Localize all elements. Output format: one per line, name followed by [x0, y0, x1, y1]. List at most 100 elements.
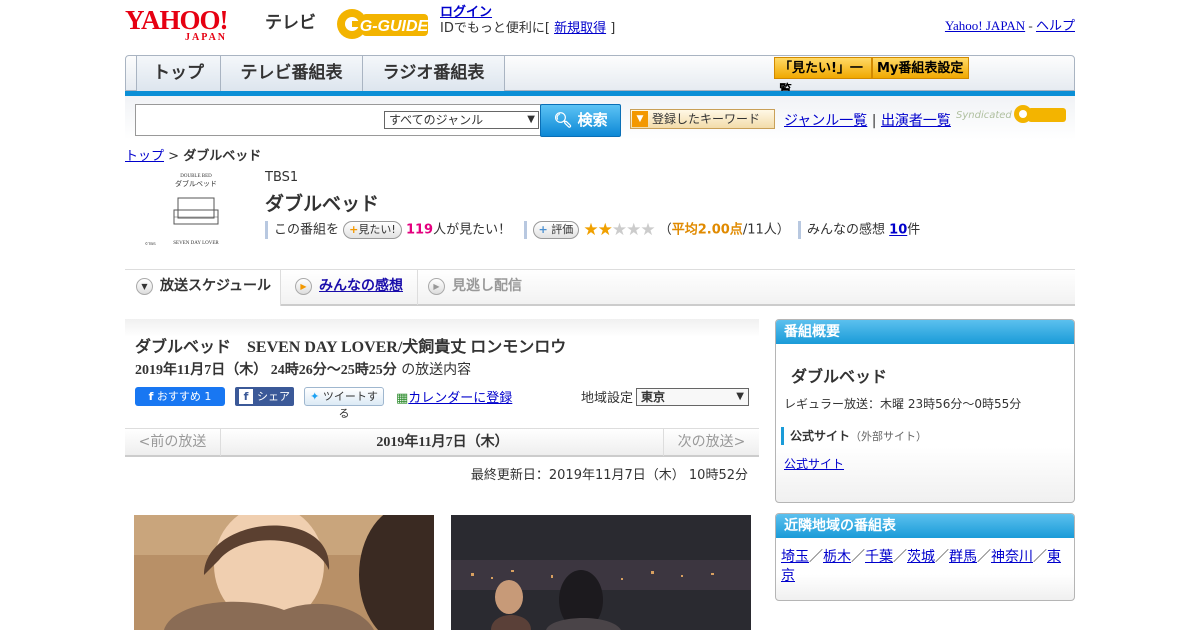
dropdown-arrow-icon: ▼ — [736, 391, 744, 402]
svg-text:DOUBLE BED: DOUBLE BED — [180, 174, 212, 179]
rating-button[interactable]: + 評価 — [532, 221, 580, 239]
tab-streaming-label: 見逃し配信 — [452, 278, 522, 294]
tab-impressions-label: みんなの感想 — [319, 278, 403, 294]
previous-broadcast-button[interactable]: <前の放送 — [125, 429, 221, 456]
nearby-regions-heading: 近隣地域の番組表 — [776, 514, 1074, 538]
rating-average: 平均2.00点 — [671, 222, 743, 238]
broadcast-date-nav: <前の放送 2019年11月7日（木） 次の放送> — [125, 428, 759, 457]
impressions-prefix: みんなの感想 — [807, 222, 886, 238]
svg-text:ダブルベッド: ダブルベッド — [175, 179, 217, 188]
search-button-label: 検索 — [577, 111, 608, 129]
impressions-count-link[interactable]: 10 — [889, 223, 907, 238]
want-count: 119 — [405, 222, 434, 238]
facebook-recommend-label: おすすめ 1 — [156, 390, 212, 403]
official-site-note: （外部サイト） — [850, 430, 928, 443]
yahoo-japan-link[interactable]: Yahoo! JAPAN — [945, 18, 1025, 33]
svg-text:SEVEN DAY LOVER: SEVEN DAY LOVER — [173, 241, 219, 246]
calendar-register-link[interactable]: カレンダーに登録 — [408, 391, 512, 406]
stats-divider — [265, 221, 268, 239]
register-link[interactable]: 新規取得 — [554, 21, 606, 36]
breadcrumb-current: ダブルベッド — [183, 149, 262, 164]
nav-tab-top[interactable]: トップ — [136, 56, 221, 91]
genre-select[interactable]: すべてのジャンル ▼ — [384, 111, 539, 129]
current-broadcast-date: 2019年11月7日（木） — [376, 435, 509, 450]
registered-keywords-label: 登録したキーワード — [652, 112, 761, 126]
gguide-small-logo — [1014, 105, 1066, 123]
main-nav: トップ テレビ番組表 ラジオ番組表 「見たい!」一覧 My番組表設定 — [125, 55, 1075, 98]
tab-streaming[interactable]: ▶ 見逃し配信 — [417, 270, 522, 305]
region-link-ibaraki[interactable]: 茨城 — [907, 549, 935, 565]
region-link-chiba[interactable]: 千葉 — [865, 549, 893, 565]
tab-impressions[interactable]: ▶ みんなの感想 — [295, 270, 403, 305]
play-icon: ▶ — [428, 277, 445, 295]
breadcrumb-top-link[interactable]: トップ — [125, 149, 164, 164]
svg-text:G-GUIDE: G-GUIDE — [360, 18, 430, 35]
tab-broadcast-schedule[interactable]: ▼ 放送スケジュール — [125, 270, 281, 306]
calendar-register: ▦カレンダーに登録 — [396, 387, 512, 406]
region-select-value: 東京 — [641, 390, 666, 404]
region-link-gunma[interactable]: 群馬 — [949, 549, 977, 565]
episode-title: ダブルベッド SEVEN DAY LOVER/犬飼貴丈 ロンモンロウ — [135, 339, 567, 356]
stats-divider — [523, 221, 527, 239]
yahoo-logo-subtext: JAPAN — [185, 32, 228, 43]
rating-count: /11人） — [742, 222, 790, 238]
rating-open: （ — [658, 222, 672, 238]
header-links: Yahoo! JAPAN - ヘルプ — [945, 15, 1075, 34]
watchlist-button[interactable]: 「見たい!」一覧 — [774, 57, 872, 98]
want-to-watch-button[interactable]: +見たい! — [343, 221, 402, 239]
facebook-recommend-button[interactable]: f おすすめ 1 — [135, 387, 225, 406]
dropdown-arrow-icon: ▼ — [527, 114, 535, 125]
plus-icon: + — [349, 223, 359, 236]
my-listing-settings-button[interactable]: My番組表設定 — [872, 57, 969, 79]
registered-keywords-button[interactable]: ▼ 登録したキーワード — [630, 109, 775, 129]
official-site-label: 公式サイト（外部サイト） — [781, 427, 927, 445]
facebook-share-label: シェア — [257, 390, 290, 403]
official-site-link[interactable]: 公式サイト — [784, 455, 844, 472]
next-broadcast-button[interactable]: 次の放送> — [663, 429, 759, 456]
search-button[interactable]: 🔍︎ 検索 — [540, 104, 621, 137]
region-select[interactable]: 東京 ▼ — [636, 388, 749, 406]
episode-datetime-value: 2019年11月7日（木） 24時26分～25時25分 — [135, 363, 397, 378]
chevron-down-icon: ▼ — [136, 277, 153, 295]
episode-datetime: 2019年11月7日（木） 24時26分～25時25分 の放送内容 — [135, 359, 471, 379]
syndicated-label: Syndicated — [956, 110, 1012, 121]
regular-broadcast: レギュラー放送：木曜 23時56分～0時55分 — [784, 397, 1022, 411]
facebook-share-button[interactable]: f シェア — [235, 387, 294, 406]
breadcrumb: トップ > ダブルベッド — [125, 145, 261, 164]
region-link-kanagawa[interactable]: 神奈川 — [991, 549, 1033, 565]
gguide-logo: G-GUIDE — [337, 9, 430, 39]
svg-text:©TBS: ©TBS — [145, 241, 156, 246]
episode-photo-1 — [134, 515, 434, 630]
genre-list-link[interactable]: ジャンル一覧 — [784, 113, 867, 129]
nav-tab-radio-listings[interactable]: ラジオ番組表 — [363, 56, 505, 91]
tv-section-label: テレビ — [265, 13, 316, 33]
performer-list-link[interactable]: 出演者一覧 — [881, 113, 951, 129]
region-link-saitama[interactable]: 埼玉 — [781, 549, 809, 565]
breadcrumb-separator: > — [164, 149, 184, 164]
episode-photo-2 — [451, 515, 751, 630]
program-overview-heading: 番組概要 — [776, 320, 1074, 344]
tab-broadcast-schedule-label: 放送スケジュール — [160, 278, 272, 294]
rating-button-label: 評価 — [551, 223, 574, 236]
magnifier-icon: 🔍︎ — [553, 111, 573, 129]
login-link[interactable]: ログイン — [440, 5, 492, 20]
tweet-button[interactable]: ✦ ツイートする — [304, 387, 384, 420]
plus-icon: + — [538, 223, 548, 236]
dropdown-triangle-icon: ▼ — [632, 111, 648, 127]
search-links-divider: | — [871, 113, 877, 129]
help-link[interactable]: ヘルプ — [1036, 18, 1075, 33]
yahoo-japan-logo[interactable]: YAHOO! JAPAN — [125, 5, 229, 43]
yahoo-logo-text: YAHOO! — [125, 5, 229, 35]
program-stats: この番組を +見たい! 119人が見たい！ + 評価 ★★★★★ （平均2.00… — [265, 220, 920, 240]
twitter-bird-icon: ✦ — [310, 390, 320, 403]
impressions-suffix: 件 — [907, 222, 921, 238]
login-suffix: ] — [610, 21, 616, 36]
stats-divider — [798, 221, 802, 239]
program-title: ダブルベッド — [265, 193, 380, 215]
region-link-tochigi[interactable]: 栃木 — [823, 549, 851, 565]
calendar-icon: ▦ — [396, 391, 409, 406]
login-area: ログイン IDでもっと便利に[ 新規取得 ] — [440, 5, 615, 37]
nav-tab-tv-listings[interactable]: テレビ番組表 — [221, 56, 363, 91]
want-prefix: この番組を — [274, 222, 340, 238]
login-prompt: IDでもっと便利に[ — [440, 21, 550, 36]
